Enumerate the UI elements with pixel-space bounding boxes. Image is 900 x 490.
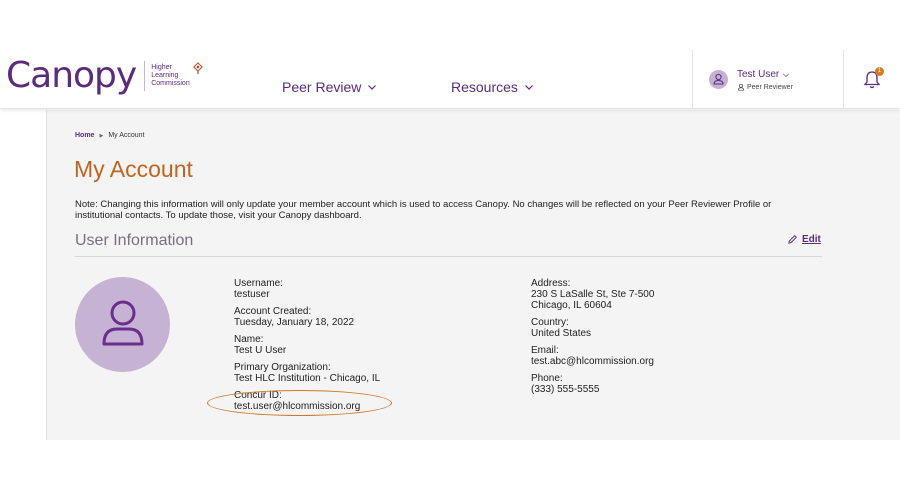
user-name: Test User [737,69,790,80]
notification-badge: 1 [875,67,884,76]
user-icon [737,83,745,91]
info-column-right: Address: 230 S LaSalle St, Ste 7-500 Chi… [531,278,654,401]
user-role-text: Peer Reviewer [747,83,793,91]
concur-id-highlight-ellipse [207,390,392,416]
user-role: Peer Reviewer [737,83,793,91]
logo-wordmark: Canopy [6,55,137,96]
breadcrumb-separator-icon: ▶ [99,132,104,139]
user-icon [102,300,144,346]
field-label: Phone: [531,373,563,384]
field-value: Test U User [234,345,287,356]
field-phone: Phone: (333) 555-5555 [531,373,654,395]
top-header: Canopy Higher Learning Commission Peer R… [0,50,900,109]
field-address: Address: 230 S LaSalle St, Ste 7-500 Chi… [531,278,654,311]
field-label: Address: [531,278,571,289]
hlc-text: Higher Learning Commission [151,64,190,88]
field-label: Email: [531,345,559,356]
edit-label: Edit [802,234,821,245]
profile-avatar [75,277,170,372]
account-note: Note: Changing this information will onl… [75,199,772,221]
hlc-logo: Higher Learning Commission [151,62,204,88]
field-value: 230 S LaSalle St, Ste 7-500 [531,289,655,300]
field-name: Name: Test U User [234,334,380,356]
field-primary-organization: Primary Organization: Test HLC Instituti… [234,362,380,384]
avatar [709,70,728,89]
chevron-down-icon [783,72,790,77]
user-icon [713,73,724,85]
nav-peer-review[interactable]: Peer Review [282,79,377,95]
hlc-line-3: Commission [151,80,190,87]
edit-link[interactable]: Edit [787,234,821,245]
breadcrumb-current: My Account [108,132,145,139]
chevron-down-icon [524,85,533,90]
field-label: Name: [234,334,264,345]
nav-resources-label: Resources [451,79,518,95]
nav-resources[interactable]: Resources [451,79,534,95]
breadcrumb-home[interactable]: Home [75,132,94,139]
content-panel: Home ▶ My Account My Account Note: Chang… [46,110,900,440]
field-value: testuser [234,289,270,300]
field-email: Email: test.abc@hlcommission.org [531,345,654,367]
breadcrumb: Home ▶ My Account [75,132,145,139]
hlc-line-2: Learning [151,72,179,79]
section-divider [75,256,822,257]
nav-peer-review-label: Peer Review [282,79,362,95]
section-title: User Information [75,232,194,249]
field-value: (333) 555-5555 [531,384,600,395]
chevron-down-icon [368,85,377,90]
user-name-text: Test User [737,69,780,80]
field-label: Primary Organization: [234,362,331,373]
page-title: My Account [74,156,193,182]
field-value: United States [531,328,592,339]
field-value: Test HLC Institution - Chicago, IL [234,373,381,384]
field-label: Country: [531,317,569,328]
field-value: test.abc@hlcommission.org [531,356,654,367]
field-country: Country: United States [531,317,654,339]
logo-divider [144,61,146,91]
canopy-logo[interactable]: Canopy Higher Learning Commission [6,58,204,94]
field-label: Account Created: [234,306,312,317]
field-value: Tuesday, January 18, 2022 [234,317,355,328]
notifications-button[interactable]: 1 [862,67,884,92]
field-account-created: Account Created: Tuesday, January 18, 20… [234,306,380,328]
field-value: Chicago, IL 60604 [531,300,612,311]
hlc-line-1: Higher [151,64,172,71]
field-username: Username: testuser [234,278,380,300]
field-label: Username: [234,278,283,289]
user-menu[interactable]: Test User Peer Reviewer [692,50,844,109]
pencil-icon [788,235,797,244]
hlc-diamond-icon [192,62,203,74]
